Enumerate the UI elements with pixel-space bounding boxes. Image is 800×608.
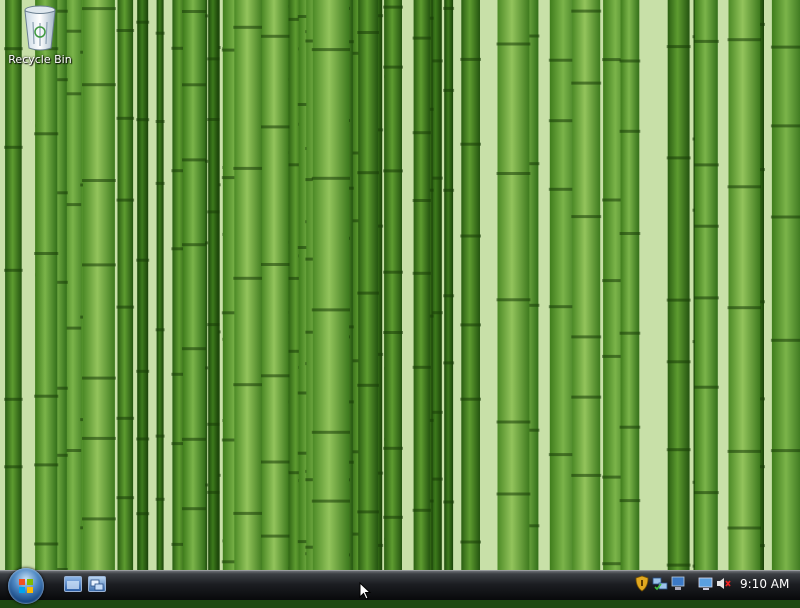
show-desktop-icon: [67, 581, 79, 589]
desktop: Recycle Bin: [0, 0, 800, 570]
show-desktop-button[interactable]: [64, 576, 82, 592]
volume-muted-icon[interactable]: [715, 575, 731, 592]
recycle-bin-shortcut[interactable]: Recycle Bin: [4, 2, 76, 66]
clock[interactable]: 9:10 AM: [740, 577, 789, 591]
switch-windows-icon: [90, 579, 104, 591]
recycle-bin-icon: [24, 5, 56, 51]
shield-icon[interactable]: [634, 575, 650, 592]
taskbar: 9:10 AM: [0, 568, 800, 604]
display-icon[interactable]: [698, 575, 714, 592]
network-icon[interactable]: [652, 575, 668, 592]
windows-orb-icon: [19, 579, 33, 593]
mouse-cursor: [359, 582, 372, 600]
switch-windows-button[interactable]: [88, 576, 106, 592]
computer-status-icon[interactable]: [670, 575, 686, 592]
bamboo-wallpaper: [0, 0, 800, 570]
recycle-bin-label: Recycle Bin: [8, 53, 72, 66]
start-button[interactable]: [8, 568, 44, 604]
